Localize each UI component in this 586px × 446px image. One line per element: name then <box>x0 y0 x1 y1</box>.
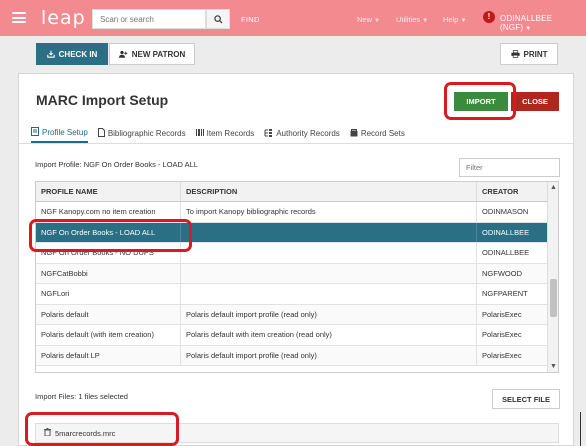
alert-icon[interactable]: ! <box>483 11 495 23</box>
table-row[interactable]: Polaris default Polaris default import p… <box>36 304 548 325</box>
menu-new-label: New <box>357 15 373 24</box>
tab-bibliographic-records[interactable]: Bibliographic Records <box>97 127 186 143</box>
new-patron-button[interactable]: NEW PATRON <box>109 43 195 65</box>
column-header-description[interactable]: DESCRIPTION <box>181 182 477 201</box>
scroll-up-icon[interactable]: ▲ <box>550 184 557 191</box>
marc-import-panel: MARC Import Setup IMPORT CLOSE Profile S… <box>18 73 574 446</box>
chevron-down-icon: ▼ <box>422 18 429 24</box>
cell-creator: NGFWOOD <box>482 268 522 278</box>
tab-label: Profile Setup <box>42 128 88 137</box>
column-header-creator[interactable]: CREATOR <box>477 182 548 201</box>
check-in-button[interactable]: CHECK IN <box>36 43 108 65</box>
tab-item-records[interactable]: Item Records <box>195 127 255 143</box>
new-patron-label: NEW PATRON <box>131 49 186 59</box>
cell-profile-name: Polaris default <box>36 304 181 324</box>
import-button[interactable]: IMPORT <box>454 92 508 111</box>
tab-profile-setup[interactable]: Profile Setup <box>31 127 88 143</box>
menu-help[interactable]: Help ▼ <box>443 15 466 24</box>
check-in-icon <box>46 50 55 58</box>
table-scrollbar[interactable]: ▲ ▼ <box>547 182 558 372</box>
search-input[interactable] <box>92 9 206 29</box>
menu-utilities[interactable]: Utilities ▼ <box>396 15 428 24</box>
chevron-down-icon: ▼ <box>525 26 532 32</box>
close-button[interactable]: CLOSE <box>511 92 559 111</box>
printer-icon <box>510 50 520 58</box>
cell-creator: PolarisExec <box>482 309 522 319</box>
scrollbar-thumb[interactable] <box>550 279 557 317</box>
cell-description <box>181 284 477 304</box>
cell-description: Polaris default import profile (read onl… <box>181 345 477 365</box>
tab-label: Item Records <box>206 129 255 138</box>
table-row-selected[interactable]: NGF On Order Books - LOAD ALL ODINALLBEE <box>36 222 548 243</box>
table-row[interactable]: NGF On Order Books - NO DUPS ODINALLBEE <box>36 243 548 264</box>
tab-record-sets[interactable]: Record Sets <box>350 127 405 143</box>
table-row[interactable]: Polaris default LP Polaris default impor… <box>36 345 548 366</box>
find-link[interactable]: FIND <box>241 15 260 24</box>
select-file-button[interactable]: SELECT FILE <box>492 389 560 409</box>
print-button[interactable]: PRINT <box>500 43 558 65</box>
cell-creator: ODINALLBEE <box>482 248 530 257</box>
cell-profile-name: NGF Kanopy.com no item creation <box>36 202 181 222</box>
tab-label: Record Sets <box>360 129 405 138</box>
cell-creator: NGFPARENT <box>482 289 528 298</box>
import-files-label: Import Files: 1 files selected <box>35 392 128 401</box>
import-profile-label: Import Profile: NGF On Order Books - LOA… <box>35 160 198 169</box>
table-row[interactable]: NGF Kanopy.com no item creation To impor… <box>36 202 548 223</box>
table-body: NGF Kanopy.com no item creation To impor… <box>36 202 548 366</box>
trash-icon[interactable] <box>44 428 51 438</box>
menu-help-label: Help <box>443 15 459 24</box>
tab-authority-records[interactable]: Authority Records <box>264 127 340 143</box>
record-sets-icon <box>350 128 358 139</box>
chevron-down-icon: ▼ <box>460 18 467 24</box>
cell-profile-name: Polaris default (with item creation) <box>36 325 181 345</box>
profile-icon <box>31 127 39 138</box>
cell-description: Polaris default import profile (read onl… <box>181 304 477 324</box>
cell-creator: PolarisExec <box>482 350 522 360</box>
cell-profile-name: NGFCatBobbi <box>36 263 181 283</box>
table-row[interactable]: NGFCatBobbi NGFWOOD <box>36 263 548 284</box>
cell-description <box>181 243 477 263</box>
tab-bar: Profile Setup Bibliographic Records Item… <box>31 127 405 143</box>
file-name: 5marcrecords.mrc <box>55 428 116 438</box>
app-logo[interactable]: leap <box>41 7 86 29</box>
cell-description <box>181 263 477 283</box>
cell-profile-name: NGF On Order Books - LOAD ALL <box>36 222 181 242</box>
cell-profile-name: NGFLori <box>36 284 181 304</box>
table-header: PROFILE NAME DESCRIPTION CREATOR <box>36 182 548 202</box>
tab-label: Authority Records <box>276 129 340 138</box>
tree-icon <box>264 128 273 139</box>
cell-profile-name: Polaris default LP <box>36 345 181 365</box>
menu-utilities-label: Utilities <box>396 15 421 24</box>
cell-creator: ODINMASON <box>482 207 529 216</box>
selected-file-item[interactable]: 5marcrecords.mrc <box>35 423 559 443</box>
chevron-down-icon: ▼ <box>374 18 380 24</box>
cell-profile-name: NGF On Order Books - NO DUPS <box>36 243 181 263</box>
check-in-label: CHECK IN <box>58 49 98 59</box>
tab-label: Bibliographic Records <box>107 129 186 138</box>
tab-divider <box>19 143 573 144</box>
table-row[interactable]: NGFLori NGFPARENT <box>36 284 548 305</box>
scroll-down-icon[interactable]: ▼ <box>550 363 557 370</box>
profiles-table: PROFILE NAME DESCRIPTION CREATOR NGF Kan… <box>35 181 559 373</box>
cell-description: Polaris default with item creation (read… <box>181 325 477 345</box>
cell-creator: PolarisExec <box>482 330 522 339</box>
print-label: PRINT <box>523 49 548 59</box>
document-icon <box>97 128 105 139</box>
menu-new[interactable]: New ▼ <box>357 15 380 24</box>
search-icon <box>213 14 223 24</box>
cell-description: To import Kanopy bibliographic records <box>181 202 477 222</box>
top-navigation-bar: leap FIND New▼ Utilities▼ Help▼ ! ODINAL… <box>0 0 586 36</box>
cell-description <box>181 222 477 242</box>
hamburger-menu-icon[interactable] <box>12 12 26 23</box>
add-user-icon <box>118 50 127 58</box>
user-menu[interactable]: ODINALLBEE (NGF) ▼ <box>500 14 586 32</box>
page-title: MARC Import Setup <box>36 92 169 108</box>
filter-input[interactable] <box>459 158 560 177</box>
search-button[interactable] <box>206 9 230 29</box>
window-edge-divider <box>580 412 581 446</box>
table-row[interactable]: Polaris default (with item creation) Pol… <box>36 325 548 346</box>
column-header-profile-name[interactable]: PROFILE NAME <box>36 182 181 201</box>
cell-creator: ODINALLBEE <box>482 227 530 237</box>
barcode-icon <box>195 129 204 138</box>
